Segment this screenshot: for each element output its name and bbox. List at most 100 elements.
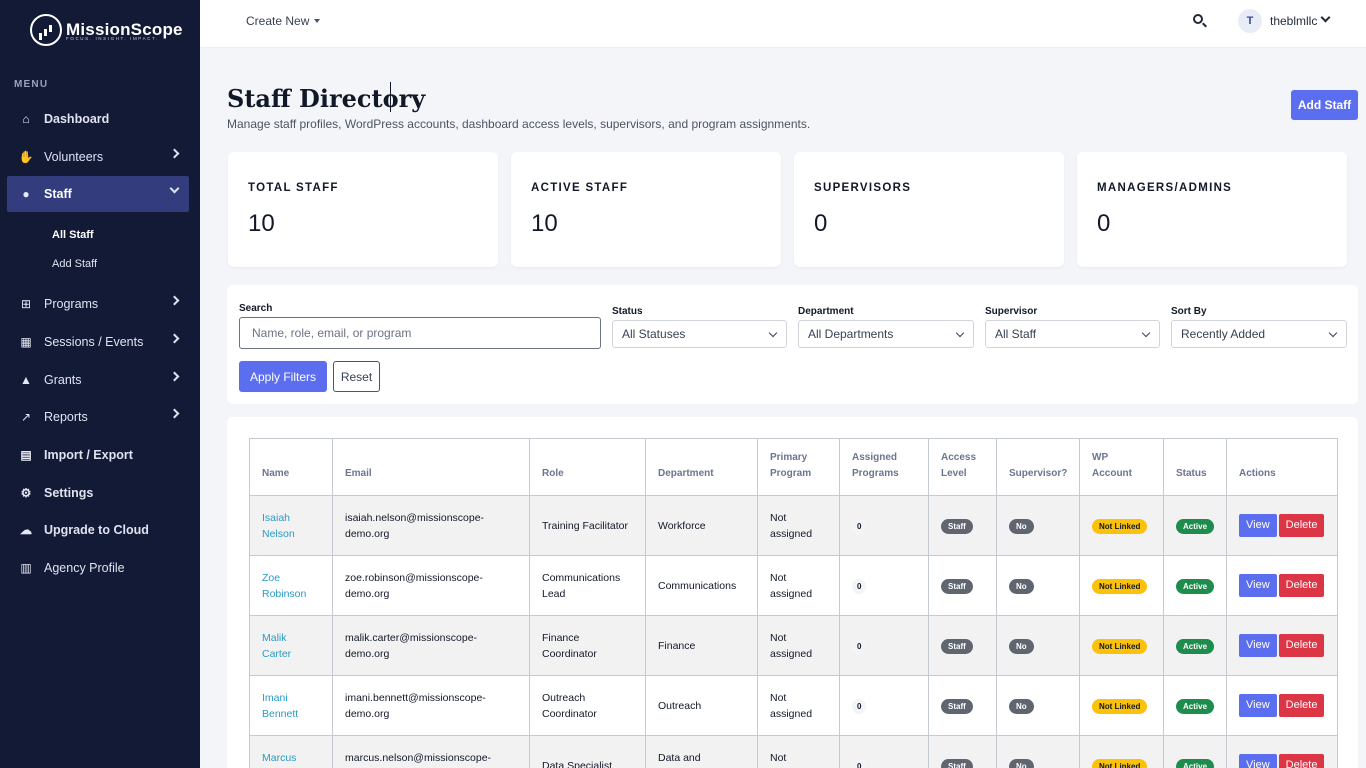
assigned-programs-cell: 0 xyxy=(839,675,929,736)
brand-logo[interactable]: MissionScope FOCUS. INSIGHT. IMPACT. xyxy=(30,14,183,46)
header-department[interactable]: Department xyxy=(645,438,758,496)
view-button[interactable]: View xyxy=(1239,694,1277,717)
chevron-down-icon xyxy=(768,328,778,338)
header-role[interactable]: Role xyxy=(529,438,646,496)
status-select-value: All Statuses xyxy=(622,327,686,341)
sidebar-item-reports[interactable]: ↗ Reports xyxy=(7,399,189,435)
volunteers-icon: ✋ xyxy=(18,150,34,164)
role-cell: Outreach Coordinator xyxy=(529,675,646,736)
department-cell: Workforce xyxy=(645,495,758,556)
subnav-add-staff[interactable]: Add Staff xyxy=(52,258,97,270)
chevron-right-icon xyxy=(169,148,180,159)
department-line: Communications xyxy=(658,579,737,592)
sidebar-item-volunteers[interactable]: ✋ Volunteers xyxy=(7,139,189,175)
table-row: MarcusNelsonmarcus.nelson@missionscope-d… xyxy=(249,735,1338,768)
table-row: Malik Carter malik.carter@missionscope-dem… xyxy=(249,615,1338,676)
sidebar-item-staff[interactable]: ● Staff xyxy=(7,176,189,212)
header-wp-account[interactable]: WP Account xyxy=(1079,438,1164,496)
view-button[interactable]: View xyxy=(1239,754,1277,768)
delete-button[interactable]: Delete xyxy=(1278,754,1325,768)
name-line: Robinson xyxy=(262,587,307,600)
wp-account-badge: Not Linked xyxy=(1092,518,1148,534)
view-button[interactable]: View xyxy=(1239,514,1277,537)
stat-label: SUPERVISORS xyxy=(814,182,912,194)
staff-name-link[interactable]: Isaiah Nelson xyxy=(249,495,333,556)
header-access-level[interactable]: Access Level xyxy=(928,438,997,496)
email-line: malik.carter@missionscope- xyxy=(345,631,478,644)
delete-button[interactable]: Delete xyxy=(1278,634,1325,657)
role-line: Lead xyxy=(542,587,566,600)
department-cell: Data andEvaluation xyxy=(645,735,758,768)
name-line: Bennett xyxy=(262,707,299,720)
staff-name-link[interactable]: Imani Bennett xyxy=(249,675,333,736)
assigned-programs-cell: 0 xyxy=(839,495,929,556)
staff-name-link[interactable]: Malik Carter xyxy=(249,615,333,676)
access-level-badge: Staff xyxy=(941,638,973,654)
reset-button[interactable]: Reset xyxy=(333,361,380,392)
header-name[interactable]: Name xyxy=(249,438,333,496)
table-row: Imani Bennett imani.bennett@missionscope-d… xyxy=(249,675,1338,736)
sidebar-item-label: Settings xyxy=(44,486,94,500)
chevron-down-icon xyxy=(169,183,180,194)
chevron-down-icon[interactable] xyxy=(1320,12,1331,23)
delete-button[interactable]: Delete xyxy=(1278,694,1325,717)
sidebar-item-dashboard[interactable]: ⌂ Dashboard xyxy=(7,101,189,137)
staff-name-link[interactable]: Zoe Robinson xyxy=(249,555,333,616)
delete-button[interactable]: Delete xyxy=(1278,574,1325,597)
sidebar-item-settings[interactable]: ⚙ Settings xyxy=(7,475,189,511)
header-text: Program xyxy=(770,468,812,479)
search-input[interactable]: Name, role, email, or program xyxy=(239,317,601,349)
add-staff-button[interactable]: Add Staff xyxy=(1291,90,1358,120)
actions-cell: View Delete xyxy=(1226,555,1338,616)
staff-name-link[interactable]: MarcusNelson xyxy=(249,735,333,768)
view-button[interactable]: View xyxy=(1239,574,1277,597)
sidebar-item-import-export[interactable]: ▤ Import / Export xyxy=(7,437,189,473)
subnav-all-staff[interactable]: All Staff xyxy=(52,229,94,241)
role-cell: Communications Lead xyxy=(529,555,646,616)
supervisor-select[interactable]: All Staff xyxy=(985,320,1160,348)
access-level-badge: Staff xyxy=(941,518,973,534)
header-status[interactable]: Status xyxy=(1163,438,1227,496)
sidebar-item-agency-profile[interactable]: ▥ Agency Profile xyxy=(7,550,189,586)
apply-filters-button[interactable]: Apply Filters xyxy=(239,361,327,392)
header-supervisor[interactable]: Supervisor? xyxy=(996,438,1080,496)
status-cell: Active xyxy=(1163,615,1227,676)
avatar[interactable]: T xyxy=(1238,9,1262,33)
delete-button[interactable]: Delete xyxy=(1278,514,1325,537)
header-text: Primary xyxy=(770,452,808,463)
table-row: Zoe Robinson zoe.robinson@missionscope-dem… xyxy=(249,555,1338,616)
role-cell: Finance Coordinator xyxy=(529,615,646,676)
supervisor-cell: No xyxy=(996,675,1080,736)
chevron-right-icon xyxy=(169,333,180,344)
caret-down-icon[interactable] xyxy=(314,19,320,23)
view-button[interactable]: View xyxy=(1239,634,1277,657)
user-menu[interactable]: theblmllc xyxy=(1270,14,1317,28)
supervisor-cell: No xyxy=(996,495,1080,556)
header-assigned-programs[interactable]: Assigned Programs xyxy=(839,438,929,496)
graduation-cap-icon: ▲ xyxy=(20,373,32,387)
header-email[interactable]: Email xyxy=(332,438,530,496)
role-line: Outreach xyxy=(542,691,586,704)
header-primary-program[interactable]: Primary Program xyxy=(757,438,840,496)
chevron-down-icon xyxy=(1141,328,1151,338)
search-label: Search xyxy=(239,303,273,314)
wp-account-badge: Not Linked xyxy=(1092,638,1148,654)
create-new-menu[interactable]: Create New xyxy=(246,14,309,28)
chevron-right-icon xyxy=(169,295,180,306)
sidebar-item-grants[interactable]: ▲ Grants xyxy=(7,362,189,398)
status-select[interactable]: All Statuses xyxy=(612,320,787,348)
sort-select[interactable]: Recently Added xyxy=(1171,320,1347,348)
search-icon[interactable] xyxy=(1192,13,1208,29)
sidebar-item-programs[interactable]: ⊞ Programs xyxy=(7,286,189,322)
email-cell: zoe.robinson@missionscope-demo.org xyxy=(332,555,530,616)
access-level-cell: Staff xyxy=(928,555,997,616)
primary-program-cell: Not assigned xyxy=(757,555,840,616)
email-cell: imani.bennett@missionscope-demo.org xyxy=(332,675,530,736)
status-cell: Active xyxy=(1163,675,1227,736)
status-badge: Active xyxy=(1176,758,1215,768)
sidebar-item-upgrade[interactable]: ☁ Upgrade to Cloud xyxy=(7,512,189,548)
department-select[interactable]: All Departments xyxy=(798,320,974,348)
name-line: Carter xyxy=(262,647,292,660)
sidebar-item-sessions[interactable]: ▦ Sessions / Events xyxy=(7,324,189,360)
supervisor-badge: No xyxy=(1009,638,1034,654)
